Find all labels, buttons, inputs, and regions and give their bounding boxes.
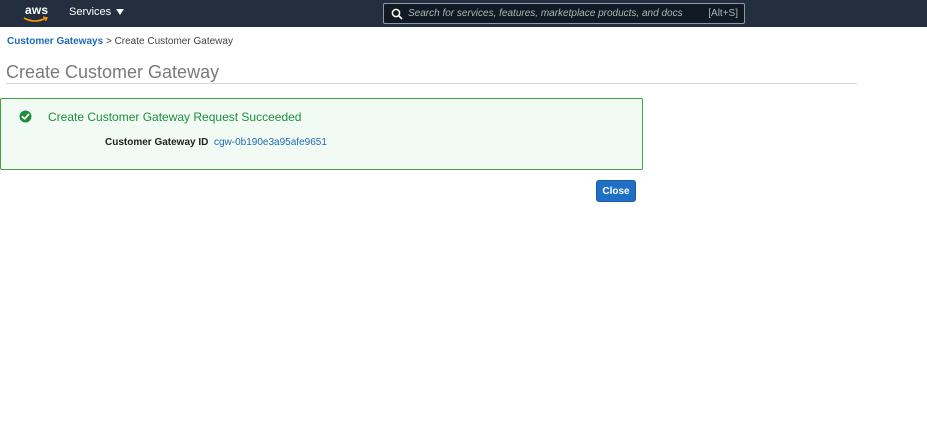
- close-button[interactable]: Close: [596, 180, 636, 202]
- search-icon: [391, 8, 403, 20]
- breadcrumb-separator: >: [105, 36, 112, 47]
- customer-gateway-id-label: Customer Gateway ID: [105, 137, 209, 148]
- caret-down-icon: [116, 9, 125, 15]
- search-box[interactable]: [Alt+S]: [383, 3, 745, 24]
- services-label: Services: [69, 6, 112, 18]
- success-alert: Create Customer Gateway Request Succeede…: [0, 98, 643, 170]
- search-shortcut-hint: [Alt+S]: [708, 8, 738, 19]
- breadcrumb-link-customer-gateways[interactable]: Customer Gateways: [7, 36, 103, 47]
- title-divider: [6, 83, 857, 84]
- search-input[interactable]: [408, 6, 698, 21]
- success-message: Create Customer Gateway Request Succeede…: [48, 110, 302, 124]
- page-title: Create Customer Gateway: [6, 62, 220, 82]
- breadcrumb-current: Create Customer Gateway: [114, 36, 233, 47]
- success-check-icon: [19, 110, 32, 123]
- services-menu-button[interactable]: Services: [69, 6, 125, 18]
- aws-logo-text: aws: [25, 3, 49, 17]
- aws-logo[interactable]: aws: [22, 2, 50, 24]
- customer-gateway-id-link[interactable]: cgw-0b190e3a95afe9651: [214, 137, 327, 148]
- breadcrumb: Customer Gateways > Create Customer Gate…: [7, 36, 233, 47]
- top-navigation-bar: aws Services [Alt+S]: [0, 0, 927, 27]
- aws-smile-icon: [23, 16, 48, 22]
